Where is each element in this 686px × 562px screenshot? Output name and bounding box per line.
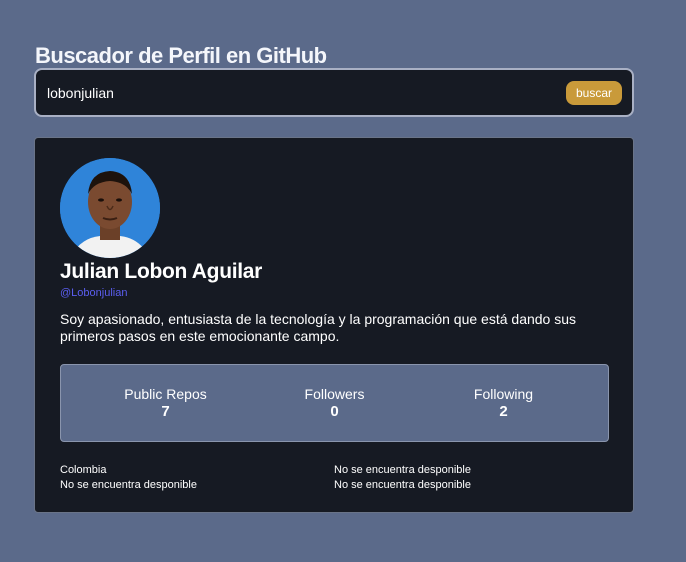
stat-public-repos: Public Repos 7 bbox=[91, 386, 241, 420]
page-title: Buscador de Perfil en GitHub bbox=[35, 43, 327, 68]
stat-value: 0 bbox=[330, 403, 339, 420]
user-bio: Soy apasionado, entusiasta de la tecnolo… bbox=[60, 311, 577, 344]
profile-card: Julian Lobon Aguilar @Lobonjulian Soy ap… bbox=[34, 137, 634, 513]
search-button[interactable]: buscar bbox=[565, 80, 622, 105]
stat-label: Following bbox=[473, 386, 534, 402]
stat-following: Following 2 bbox=[429, 386, 579, 420]
user-login-link[interactable]: @Lobonjulian bbox=[60, 287, 127, 299]
stat-label: Public Repos bbox=[124, 386, 207, 402]
info-location: Colombia bbox=[60, 464, 107, 476]
stats-box: Public Repos 7 Followers 0 Following 2 bbox=[60, 364, 609, 442]
info-grid: Colombia No se encuentra desponible No s… bbox=[60, 463, 620, 492]
info-twitter: No se encuentra desponible bbox=[334, 464, 471, 476]
avatar-photo-icon bbox=[60, 158, 160, 258]
user-name: Julian Lobon Aguilar bbox=[60, 260, 263, 283]
stat-followers: Followers 0 bbox=[260, 386, 410, 420]
stat-value: 2 bbox=[499, 403, 508, 420]
search-bar: buscar bbox=[34, 68, 634, 117]
stat-value: 7 bbox=[161, 403, 170, 420]
avatar bbox=[60, 158, 160, 258]
search-input[interactable] bbox=[47, 84, 527, 101]
info-company: No se encuentra desponible bbox=[334, 479, 471, 491]
stat-label: Followers bbox=[304, 386, 365, 402]
info-blog: No se encuentra desponible bbox=[60, 479, 197, 491]
